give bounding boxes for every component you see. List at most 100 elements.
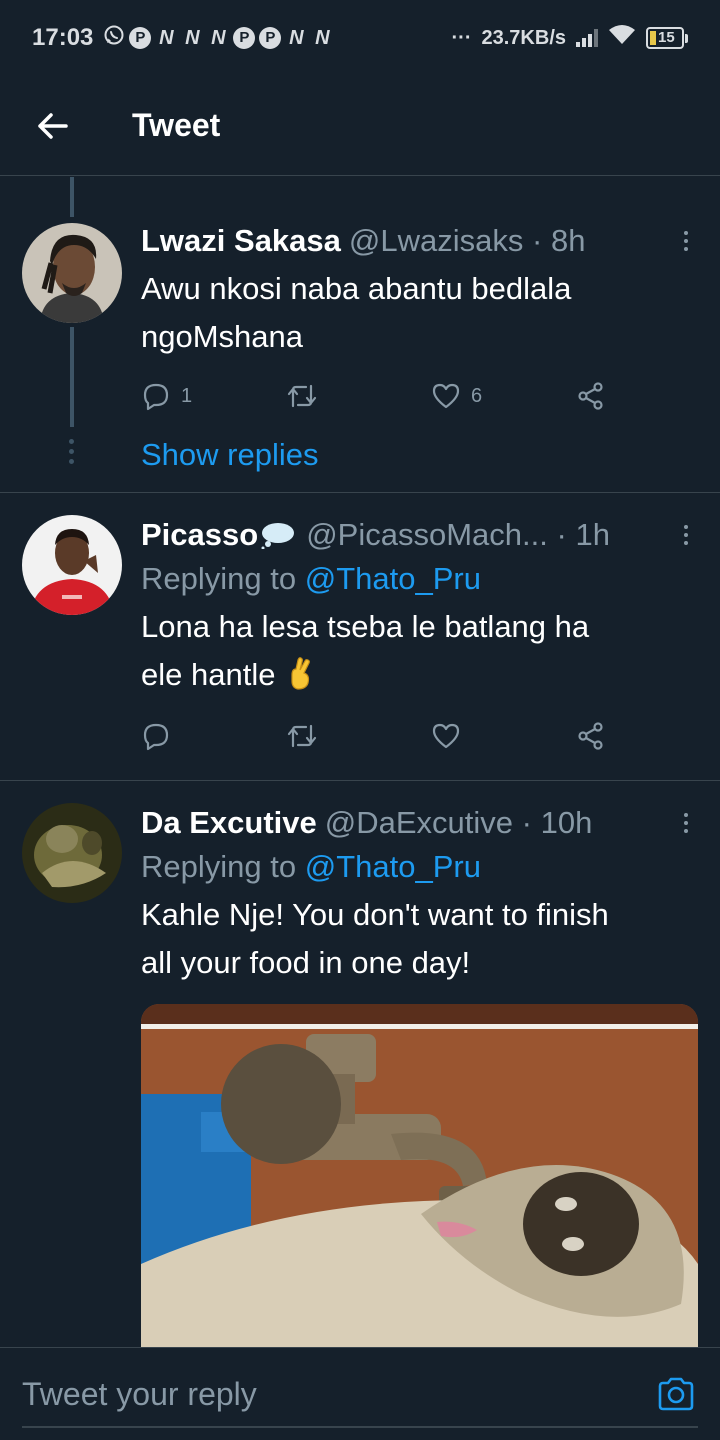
- tweet-body: Da Excutive @DaExcutive · 10h Replying t…: [141, 803, 700, 987]
- notification-n-icon: N: [159, 27, 174, 49]
- signal-icon: [576, 29, 598, 47]
- notification-n-icon: N: [185, 27, 200, 49]
- notification-p-icon: P: [233, 27, 256, 49]
- thread-dots: [69, 439, 74, 464]
- like-count: 6: [471, 384, 483, 407]
- tweet-text-line: all your food in one day!: [141, 945, 471, 980]
- retweet-action[interactable]: [286, 382, 431, 410]
- tweet-time: 10h: [540, 805, 593, 840]
- app-header: Tweet: [0, 76, 720, 176]
- like-action[interactable]: 6: [431, 382, 576, 410]
- retweet-action[interactable]: [286, 722, 431, 750]
- handle-text: @Lwazisaks: [348, 223, 524, 258]
- tweet-time: 1h: [575, 517, 610, 552]
- arrow-left-icon: [38, 112, 68, 139]
- crossed-fingers-icon: [291, 657, 311, 690]
- tweet-text-line: Kahle Nje! You don't want to finish: [141, 897, 609, 932]
- tweet-text-line: ele hantle: [141, 651, 700, 699]
- tweet-text: Lona ha lesa tseba le batlang ha ele han…: [141, 603, 700, 699]
- tweet-header: Picasso @PicassoMach... · 1h: [141, 515, 700, 555]
- notification-n-icon: N: [211, 27, 226, 49]
- thread-line-bottom: [70, 327, 74, 427]
- author-handle[interactable]: @PicassoMach... · 1h: [306, 517, 610, 553]
- tweet-text-line: Lona ha lesa tseba le batlang ha: [141, 609, 590, 644]
- camera-icon: [658, 1377, 694, 1411]
- avatar[interactable]: [22, 803, 122, 903]
- retweet-icon: [287, 724, 317, 748]
- battery-icon: 15: [646, 27, 688, 49]
- share-action[interactable]: [576, 381, 606, 411]
- status-right: ··· 23.7KB/s 15: [452, 24, 688, 52]
- retweet-icon: [287, 384, 317, 408]
- back-button[interactable]: [0, 76, 104, 176]
- speech-balloon-icon: [261, 523, 295, 549]
- whatsapp-icon: [103, 24, 125, 53]
- reply-action[interactable]: [141, 721, 286, 751]
- more-notifications: ···: [451, 26, 472, 49]
- monkey-drinking-from-tap-image: [141, 1004, 698, 1347]
- notification-p-icon: P: [129, 27, 152, 49]
- reply-tweet[interactable]: Da Excutive @DaExcutive · 10h Replying t…: [0, 781, 720, 1347]
- avatar[interactable]: [22, 223, 122, 323]
- reply-icon: [143, 723, 169, 751]
- status-bar: 17:03 P N N N P P N N ··· 23.7KB/s 15: [0, 0, 720, 76]
- camera-button[interactable]: [654, 1372, 698, 1416]
- mention-link[interactable]: @Thato_Pru: [305, 849, 481, 884]
- wifi-icon: [608, 24, 636, 52]
- like-action[interactable]: [431, 722, 576, 750]
- tweet-actions: [141, 711, 700, 761]
- tweet-text-line: ngoMshana: [141, 319, 304, 354]
- author-name[interactable]: Picasso: [141, 517, 258, 553]
- author-name[interactable]: Da Excutive: [141, 805, 317, 841]
- author-handle[interactable]: @Lwazisaks · 8h: [349, 223, 586, 259]
- tweet-text: Kahle Nje! You don't want to finish all …: [141, 891, 700, 987]
- heart-icon: [432, 383, 460, 409]
- tweet-media-image[interactable]: [141, 1004, 698, 1347]
- tweet-body: Lwazi Sakasa @Lwazisaks · 8h Awu nkosi n…: [141, 221, 700, 473]
- replying-prefix: Replying to: [141, 561, 297, 596]
- share-action[interactable]: [576, 721, 606, 751]
- author-handle[interactable]: @DaExcutive · 10h: [325, 805, 593, 841]
- notification-icons: P N N N P P N N: [103, 24, 333, 53]
- reply-count: 1: [181, 384, 193, 407]
- tweet-text-fragment: ele hantle: [141, 657, 276, 692]
- tweet-header: Da Excutive @DaExcutive · 10h: [141, 803, 700, 843]
- thread-line-top: [70, 177, 74, 217]
- show-replies-link[interactable]: Show replies: [141, 437, 700, 473]
- reply-icon: [143, 383, 169, 411]
- replying-to: Replying to @Thato_Pru: [141, 555, 700, 603]
- replying-prefix: Replying to: [141, 849, 297, 884]
- composer-underline: [22, 1426, 698, 1428]
- tweet-reply-input[interactable]: [22, 1364, 654, 1424]
- more-options-icon[interactable]: [672, 525, 700, 545]
- reply-action[interactable]: 1: [141, 381, 286, 411]
- tweet-text: Awu nkosi naba abantu bedlala ngoMshana: [141, 265, 700, 361]
- avatar[interactable]: [22, 515, 122, 615]
- status-time: 17:03: [32, 24, 94, 51]
- separator: ·: [521, 805, 532, 840]
- page-title: Tweet: [132, 107, 221, 143]
- tweet-time: 8h: [550, 223, 586, 258]
- net-speed: 23.7KB/s: [481, 26, 567, 49]
- notification-n-icon: N: [315, 27, 330, 49]
- share-icon: [578, 382, 603, 410]
- tweet-text-line: Awu nkosi naba abantu bedlala: [141, 271, 572, 306]
- notification-p-icon: P: [259, 27, 282, 49]
- reply-tweet[interactable]: Picasso @PicassoMach... · 1h Replying to…: [0, 493, 720, 781]
- mention-link[interactable]: @Thato_Pru: [305, 561, 481, 596]
- separator: ·: [556, 517, 567, 552]
- more-options-icon[interactable]: [672, 231, 700, 251]
- handle-text: @PicassoMach...: [306, 517, 548, 552]
- replying-to: Replying to @Thato_Pru: [141, 843, 700, 891]
- reply-tweet[interactable]: Lwazi Sakasa @Lwazisaks · 8h Awu nkosi n…: [0, 177, 720, 493]
- tweet-body: Picasso @PicassoMach... · 1h Replying to…: [141, 515, 700, 761]
- battery-level: 15: [658, 29, 675, 46]
- tweet-actions: 1 6: [141, 371, 700, 421]
- share-icon: [578, 722, 603, 750]
- notification-n-icon: N: [289, 27, 304, 49]
- author-name[interactable]: Lwazi Sakasa: [141, 223, 341, 259]
- separator: ·: [532, 223, 543, 258]
- heart-icon: [432, 723, 460, 749]
- more-options-icon[interactable]: [672, 813, 700, 833]
- reply-feed[interactable]: Lwazi Sakasa @Lwazisaks · 8h Awu nkosi n…: [0, 177, 720, 1347]
